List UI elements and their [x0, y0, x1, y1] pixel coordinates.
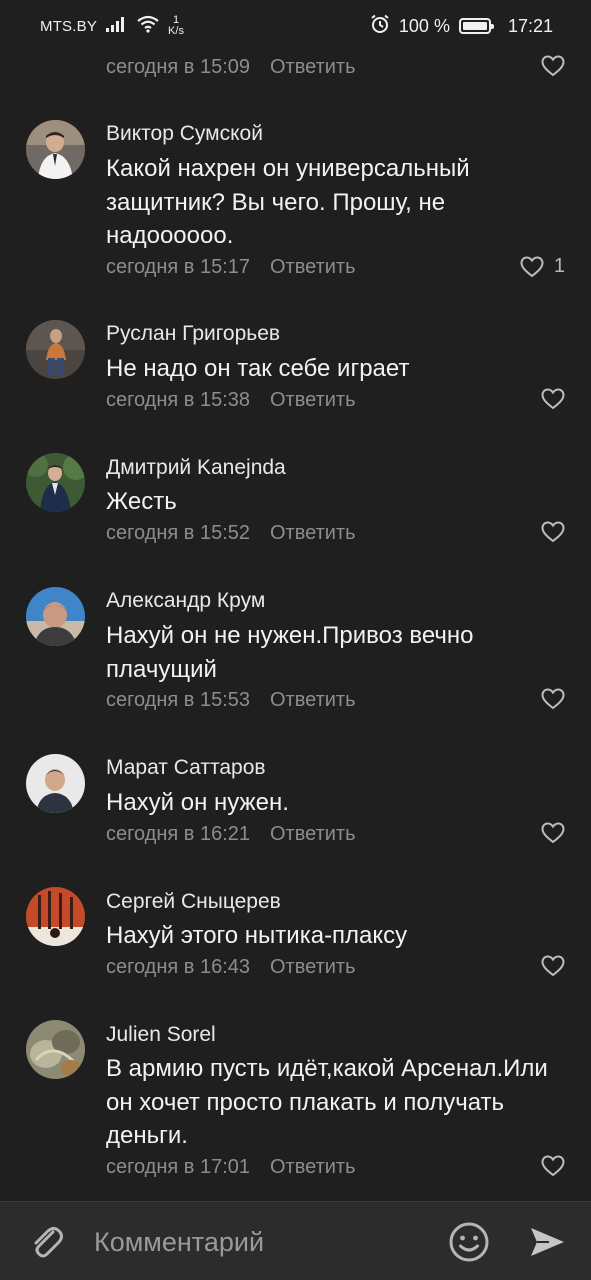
- reply-button[interactable]: Ответить: [270, 689, 356, 712]
- comment-meta: сегодня в 15:53 Ответить: [106, 689, 356, 712]
- avatar[interactable]: [26, 1020, 85, 1079]
- like-button[interactable]: [541, 822, 565, 844]
- battery-percent: 100 %: [398, 15, 450, 36]
- comment-meta: сегодня в 15:38 Ответить: [106, 389, 356, 412]
- like-button[interactable]: [541, 55, 565, 77]
- comment-time: сегодня в 15:53: [106, 689, 250, 711]
- like-button[interactable]: [541, 688, 565, 710]
- avatar[interactable]: [26, 120, 85, 179]
- comment-time: сегодня в 17:01: [106, 1156, 250, 1178]
- comment-meta: сегодня в 17:01 Ответить: [106, 1156, 356, 1179]
- comment-author[interactable]: Сергей Сныцерев: [106, 890, 281, 914]
- comment-input-bar: [0, 1201, 591, 1280]
- status-right: 100 % 17:21: [370, 14, 553, 39]
- like-button[interactable]: [541, 388, 565, 410]
- battery-icon: [458, 18, 494, 34]
- comment-time: сегодня в 15:17: [106, 256, 250, 278]
- comment-author[interactable]: Julien Sorel: [106, 1023, 216, 1047]
- heart-icon: [520, 255, 544, 277]
- speed-unit: K/s: [168, 25, 184, 37]
- comment-text: В армию пусть идёт,какой Арсенал.Или он …: [106, 1055, 548, 1149]
- comment-author[interactable]: Дмитрий Kanejnda: [106, 456, 286, 480]
- like-button[interactable]: [541, 1155, 565, 1177]
- carrier-name: MTS.BY: [40, 17, 98, 35]
- like-button[interactable]: [541, 521, 565, 543]
- like-button[interactable]: 1: [520, 255, 565, 278]
- comment-meta: сегодня в 15:09 Ответить: [106, 56, 356, 79]
- signal-icon: [106, 16, 128, 37]
- comment-text: Не надо он так себе играет: [106, 355, 410, 382]
- comment-author[interactable]: Марат Саттаров: [106, 756, 266, 780]
- comments-screen: MTS.BY 1 K/s 100 % 17:21 сегодня в 15:09…: [0, 0, 591, 1280]
- comment-meta: сегодня в 16:21 Ответить: [106, 823, 356, 846]
- comment-text: Жесть: [106, 488, 177, 515]
- avatar[interactable]: [26, 453, 85, 512]
- status-left: MTS.BY 1 K/s: [40, 15, 184, 38]
- clock: 17:21: [507, 15, 553, 36]
- wifi-icon: [137, 15, 159, 38]
- reply-button[interactable]: Ответить: [270, 256, 356, 279]
- heart-icon: [541, 955, 565, 977]
- comment-meta: сегодня в 16:43 Ответить: [106, 956, 356, 979]
- like-button[interactable]: [541, 955, 565, 977]
- comment-time: сегодня в 16:21: [106, 823, 250, 845]
- alarm-icon: [370, 14, 390, 39]
- comment-time: сегодня в 15:38: [106, 389, 250, 411]
- comment-author[interactable]: Виктор Сумской: [106, 122, 263, 146]
- heart-icon: [541, 688, 565, 710]
- smiley-icon[interactable]: [448, 1221, 490, 1263]
- network-speed: 1 K/s: [168, 15, 184, 37]
- status-bar: MTS.BY 1 K/s 100 % 17:21: [0, 0, 591, 52]
- comment-text: Какой нахрен он универсальный защитник? …: [106, 155, 470, 249]
- avatar[interactable]: [26, 587, 85, 646]
- comment-author[interactable]: Руслан Григорьев: [106, 322, 280, 346]
- like-count: 1: [553, 255, 565, 277]
- reply-button[interactable]: Ответить: [270, 522, 356, 545]
- reply-button[interactable]: Ответить: [270, 56, 356, 79]
- heart-icon: [541, 1155, 565, 1177]
- comment-text: Нахуй этого нытика-плаксу: [106, 922, 408, 949]
- comment-time: сегодня в 15:52: [106, 522, 250, 544]
- avatar[interactable]: [26, 887, 85, 946]
- comment-text: Нахуй он не нужен.Привоз вечно плачущий: [106, 622, 474, 683]
- avatar[interactable]: [26, 320, 85, 379]
- paperclip-icon[interactable]: [26, 1222, 66, 1262]
- send-arrow-icon[interactable]: [527, 1222, 567, 1262]
- comment-meta: сегодня в 15:52 Ответить: [106, 522, 356, 545]
- heart-icon: [541, 388, 565, 410]
- heart-icon: [541, 521, 565, 543]
- comment-meta: сегодня в 15:17 Ответить: [106, 256, 356, 279]
- comment-input[interactable]: [94, 1222, 424, 1262]
- heart-icon: [541, 55, 565, 77]
- avatar[interactable]: [26, 754, 85, 813]
- comment-author[interactable]: Александр Крум: [106, 589, 265, 613]
- comment-text: Нахуй он нужен.: [106, 789, 289, 816]
- reply-button[interactable]: Ответить: [270, 389, 356, 412]
- comment-time: сегодня в 15:09: [106, 56, 250, 78]
- comment-time: сегодня в 16:43: [106, 956, 250, 978]
- heart-icon: [541, 822, 565, 844]
- reply-button[interactable]: Ответить: [270, 1156, 356, 1179]
- reply-button[interactable]: Ответить: [270, 823, 356, 846]
- reply-button[interactable]: Ответить: [270, 956, 356, 979]
